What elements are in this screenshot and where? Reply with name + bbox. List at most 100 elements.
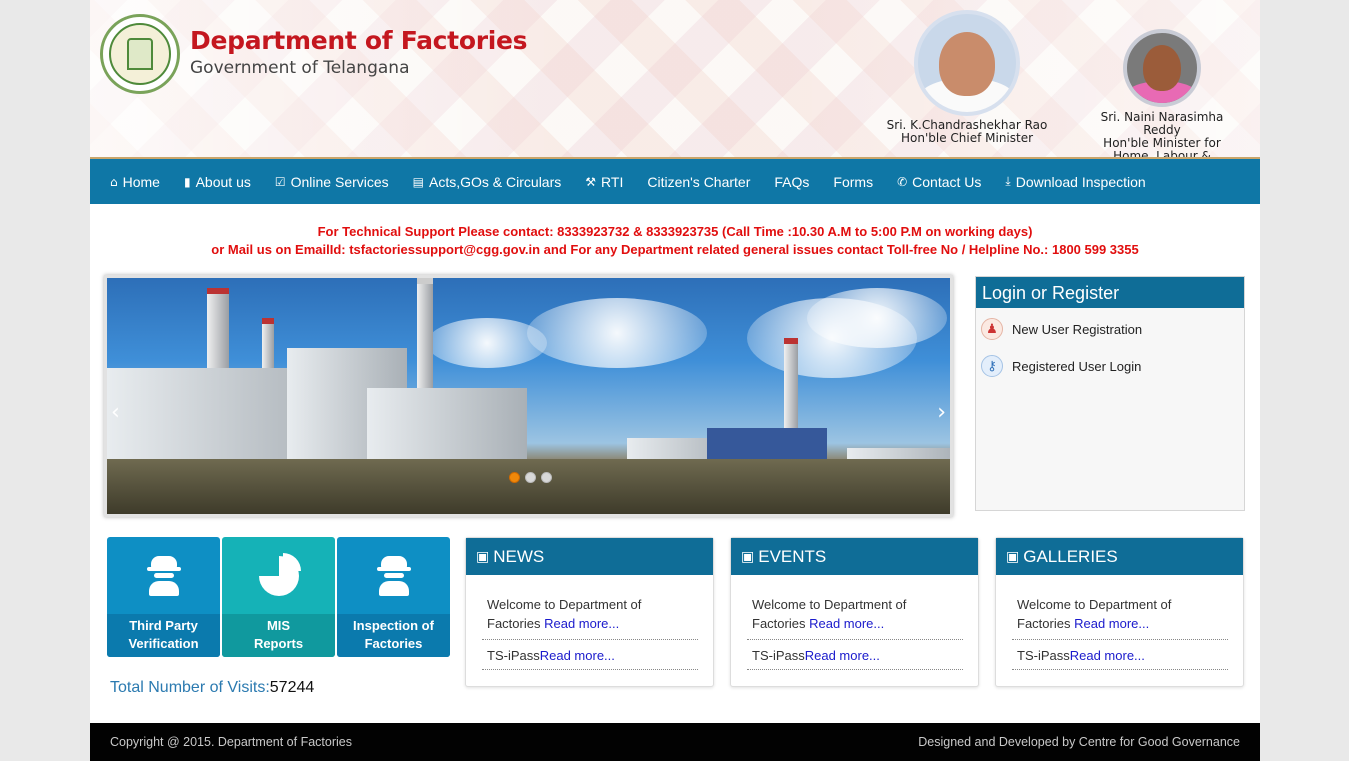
nav-about-us[interactable]: ▮ About us [172,159,263,204]
chief-minister-role: Hon'ble Chief Minister [900,131,1034,145]
support-notice: For Technical Support Please contact: 83… [90,223,1260,259]
tile-label-line2: Factories [364,636,423,651]
galleries-box-title: GALLERIES [1023,547,1118,566]
telangana-emblem-logo[interactable] [100,14,180,94]
book-icon: ▮ [183,174,191,189]
emblem-inner [109,23,171,85]
read-more-link[interactable]: Read more... [540,648,615,663]
nav-label: Online Services [290,173,389,190]
mis-reports-tile[interactable]: MIS Reports [222,537,335,657]
nav-online-services[interactable]: ☑ Online Services [263,159,401,204]
support-notice-line2: or Mail us on EmailId: tsfactoriessuppor… [211,242,1139,257]
new-user-registration-link[interactable]: ♟ New User Registration [976,318,1244,340]
phone-icon: ✆ [897,174,908,189]
site-subtitle: Government of Telangana [190,58,410,78]
download-icon: ⤓ [1005,174,1011,188]
newspaper-icon: ▣ [476,549,490,565]
document-icon: ▤ [412,174,425,189]
site-header: Department of Factories Government of Te… [90,0,1260,157]
site-title: Department of Factories [190,26,528,55]
inspection-of-factories-tile[interactable]: Inspection of Factories [337,537,450,657]
nav-home[interactable]: ⌂ Home [98,159,172,204]
tile-label-line1: Inspection of [353,618,434,633]
chief-minister-photo [914,10,1020,116]
tile-label-line2: Reports [253,636,304,651]
user-key-icon: ⚷ [981,355,1003,377]
nav-faqs[interactable]: FAQs [762,159,821,204]
site-footer: Copyright @ 2015. Department of Factorie… [90,723,1260,761]
tile-label-line1: Third Party [129,618,198,633]
events-box-title: EVENTS [758,547,827,566]
list-item: Welcome to Department of Factories Read … [482,575,698,640]
read-more-link[interactable]: Read more... [1070,648,1145,663]
page: Department of Factories Government of Te… [90,0,1260,761]
support-notice-line1: For Technical Support Please contact: 83… [317,224,1033,239]
tile-icon-area [337,537,450,614]
nav-citizens-charter[interactable]: Citizen's Charter [635,159,762,204]
tile-label: MIS Reports [222,614,335,657]
gavel-icon: ⚒ [585,174,597,189]
nav-contact-us[interactable]: ✆ Contact Us [885,159,993,204]
events-box-header: ▣ EVENTS [731,538,978,575]
photo-face [939,32,995,96]
galleries-box: ▣ GALLERIES Welcome to Department of Fact… [995,537,1244,687]
nav-acts-gos-circulars[interactable]: ▤ Acts,GOs & Circulars [401,159,574,204]
read-more-link[interactable]: Read more... [544,616,619,631]
chief-minister-card: Sri. K.Chandrashekhar Rao Hon'ble Chief … [883,10,1051,145]
tile-icon-area [107,537,220,614]
nav-label: RTI [601,173,624,190]
tile-icon-area [222,537,335,614]
smoke-cloud [527,298,707,368]
nav-label: About us [195,173,251,190]
slider-next-arrow-icon[interactable]: › [937,400,946,425]
nav-label: Contact Us [912,173,982,190]
new-user-icon: ♟ [981,318,1003,340]
newspaper-icon: ▣ [741,549,755,565]
tile-label-line2: Verification [128,636,199,651]
nav-rti[interactable]: ⚒ RTI [573,159,635,204]
list-item: Welcome to Department of Factories Read … [1012,575,1228,640]
ground [107,459,950,514]
nav-label: Citizen's Charter [647,173,751,190]
list-item: Welcome to Department of Factories Read … [747,575,963,640]
pie-chart-icon [258,552,301,596]
footer-credit: Designed and Developed by Centre for Goo… [918,735,1240,749]
read-more-link[interactable]: Read more... [1074,616,1149,631]
minister-card: Sri. Naini Narasimha Reddy Hon'ble Minis… [1084,29,1240,157]
news-box-header: ▣ NEWS [466,538,713,575]
newspaper-icon: ▣ [1006,549,1020,565]
slider-prev-arrow-icon[interactable]: ‹ [111,400,120,425]
minister-photo [1123,29,1201,107]
visit-counter: Total Number of Visits:57244 [110,679,314,697]
login-panel-title: Login or Register [976,277,1244,308]
home-icon: ⌂ [110,174,118,189]
events-box: ▣ EVENTS Welcome to Department of Factori… [730,537,979,687]
item-text: TS-iPass [487,648,540,663]
slider-dot-1[interactable] [509,472,520,483]
news-box-title: NEWS [493,547,545,566]
nav-download-inspection[interactable]: ⤓ Download Inspection [993,159,1157,204]
nav-label: Acts,GOs & Circulars [429,173,562,190]
checkbox-icon: ☑ [274,174,286,189]
slider-dot-2[interactable] [525,472,536,483]
read-more-link[interactable]: Read more... [809,616,884,631]
nav-forms[interactable]: Forms [821,159,885,204]
emblem-tower [127,38,153,70]
read-more-link[interactable]: Read more... [805,648,880,663]
nav-label: Forms [833,173,874,190]
slider-dot-3[interactable] [541,472,552,483]
image-slider[interactable]: ‹ › [104,275,953,517]
third-party-verification-tile[interactable]: Third Party Verification [107,537,220,657]
smoke-cloud [807,288,947,348]
tile-label: Third Party Verification [107,614,220,657]
footer-copyright: Copyright @ 2015. Department of Factorie… [110,735,352,749]
item-text: TS-iPass [1017,648,1070,663]
minister-role: Hon'ble Minister for Home, Labour & Empl… [1103,136,1221,158]
spy-agent-icon [376,555,411,596]
visit-counter-label: Total Number of Visits: [110,679,270,696]
nav-label: Download Inspection [1015,173,1146,190]
spy-agent-icon [146,555,181,596]
slider-dots [509,472,552,483]
item-text: TS-iPass [752,648,805,663]
registered-user-login-link[interactable]: ⚷ Registered User Login [976,355,1244,377]
